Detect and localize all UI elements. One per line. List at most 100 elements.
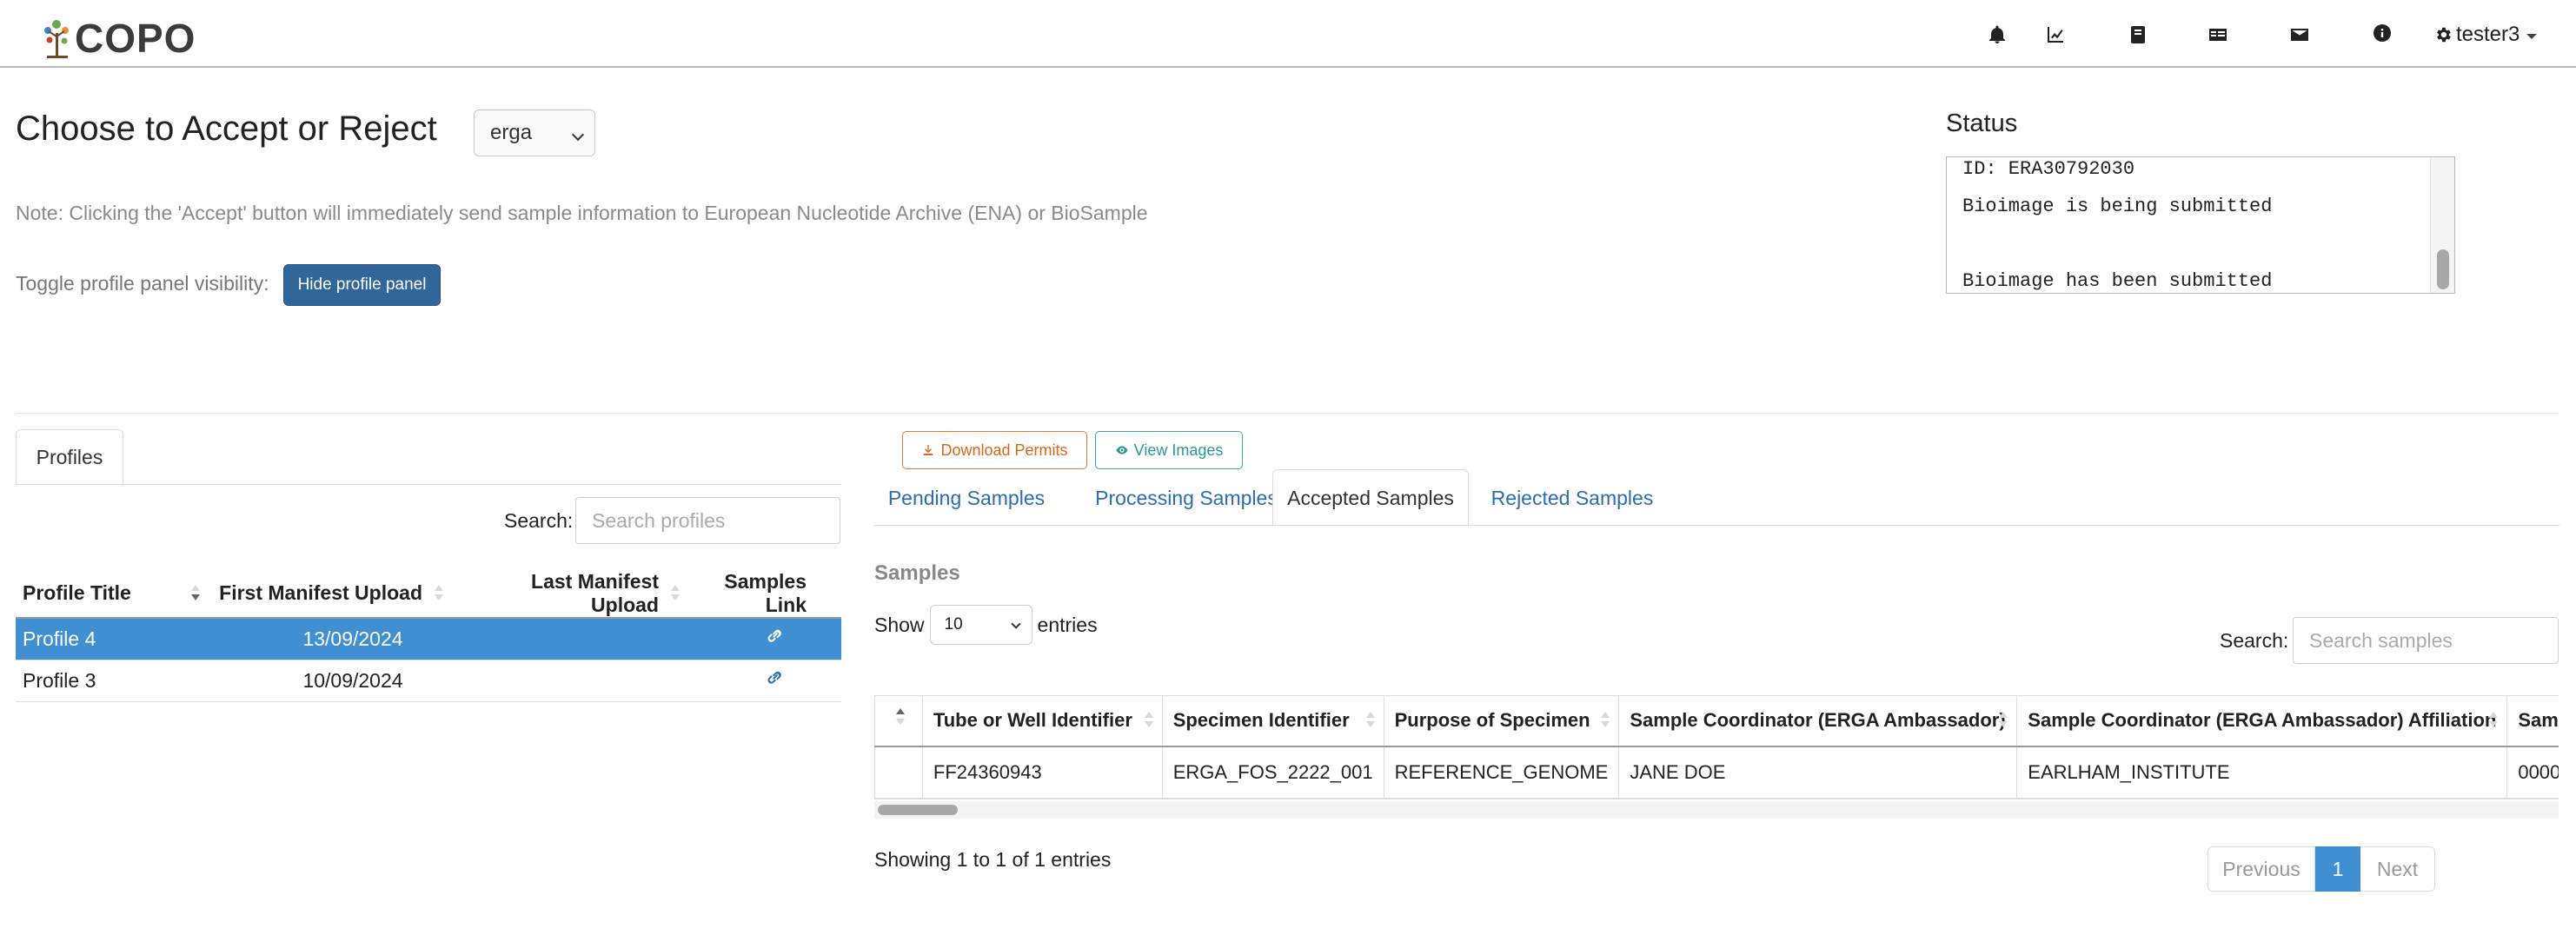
profiles-tab-border — [16, 484, 841, 485]
col-coordinator-affiliation[interactable]: Sample Coordinator (ERGA Ambassador) Aff… — [2016, 695, 2508, 747]
purpose-cell: REFERENCE_GENOME — [1383, 746, 1620, 799]
page-size-select[interactable]: 10 — [929, 605, 1032, 645]
samples-title: Samples — [874, 561, 960, 585]
group-select-value: erga — [490, 121, 533, 144]
sort-icon — [1999, 712, 2008, 731]
ena-note: Note: Clicking the 'Accept' button will … — [16, 202, 1148, 224]
tree-logo-icon — [44, 20, 69, 58]
last-upload-cell — [452, 660, 688, 702]
chevron-down-icon — [2526, 34, 2538, 39]
status-line: Bioimage has been submitted — [1962, 270, 2273, 292]
col-specimen-id[interactable]: Specimen Identifier — [1161, 695, 1384, 747]
status-line: ID: ERA30792030 — [1962, 158, 2135, 180]
book-icon[interactable] — [2121, 17, 2155, 52]
last-upload-cell — [452, 618, 688, 660]
status-line: Bioimage is being submitted — [1962, 196, 2273, 217]
status-title: Status — [1946, 109, 2018, 137]
sort-icon — [896, 719, 905, 725]
sort-icon — [435, 585, 443, 604]
toggle-profile-label: Toggle profile panel visibility: — [16, 272, 269, 295]
table-row[interactable]: Profile 3 10/09/2024 — [16, 660, 841, 702]
view-images-button[interactable]: View Images — [1095, 431, 1243, 469]
envelope-icon[interactable] — [2282, 17, 2317, 52]
sort-icon — [1144, 712, 1153, 731]
samples-table-container[interactable]: Tube or Well Identifier Specimen Identif… — [874, 695, 2559, 799]
samples-link-cell — [688, 618, 841, 660]
chart-line-icon[interactable] — [2038, 17, 2073, 52]
tab-pending-samples[interactable]: Pending Samples — [873, 469, 1059, 527]
navbar: COPO tester3 — [0, 0, 2576, 68]
link-icon[interactable] — [764, 667, 785, 688]
next-page-button[interactable]: Next — [2360, 846, 2435, 892]
eye-icon — [1115, 446, 1128, 454]
status-scroll-thumb[interactable] — [2437, 249, 2449, 289]
user-name: tester3 — [2456, 23, 2520, 46]
copo-logo[interactable]: COPO — [40, 16, 196, 61]
sort-icon — [1601, 712, 1610, 731]
sample-tabs-border — [873, 525, 2559, 526]
first-upload-cell: 10/09/2024 — [209, 660, 452, 702]
pagination: Previous 1 Next — [2208, 846, 2435, 892]
table-row[interactable]: Profile 4 13/09/2024 — [16, 618, 841, 660]
user-menu[interactable]: tester3 — [2433, 19, 2538, 50]
id-card-icon[interactable] — [2201, 17, 2235, 52]
col-tube-well-id[interactable]: Tube or Well Identifier — [921, 695, 1163, 747]
samples-search-label: Search: — [2220, 629, 2289, 652]
samples-horizontal-scrollbar[interactable] — [874, 801, 2559, 819]
col-samples-link: Samples Link — [688, 569, 841, 619]
sort-icon — [671, 585, 680, 604]
chevron-down-icon — [571, 128, 585, 142]
info-circle-icon[interactable] — [2365, 16, 2400, 50]
samples-search-input[interactable]: Search samples — [2293, 617, 2559, 664]
col-select[interactable] — [874, 695, 923, 747]
page-1-button[interactable]: 1 — [2315, 846, 2360, 892]
bell-icon[interactable] — [1980, 17, 2015, 52]
affiliation-cell: EARLHAM_INSTITUTE — [2016, 746, 2508, 799]
tab-profiles[interactable]: Profiles — [16, 429, 123, 485]
tab-processing-samples[interactable]: Processing Samples — [1080, 469, 1292, 527]
sort-desc-icon — [191, 585, 200, 604]
horizontal-scroll-thumb[interactable] — [878, 805, 958, 815]
profiles-search-label: Search: — [504, 509, 574, 532]
tube-well-cell: FF24360943 — [921, 746, 1163, 799]
specimen-id-cell: ERGA_FOS_2222_001 — [1161, 746, 1384, 799]
profiles-search-input[interactable]: Search profiles — [575, 497, 840, 544]
sort-icon — [2489, 712, 2499, 731]
tab-rejected-samples[interactable]: Rejected Samples — [1479, 469, 1665, 527]
hide-profile-panel-button[interactable]: Hide profile panel — [283, 264, 441, 306]
samples-table: Tube or Well Identifier Specimen Identif… — [874, 695, 2559, 799]
previous-page-button[interactable]: Previous — [2208, 846, 2315, 892]
tab-accepted-samples[interactable]: Accepted Samples — [1272, 469, 1469, 527]
show-entries: Show 10 entries — [874, 605, 1098, 645]
select-cell[interactable] — [874, 746, 923, 799]
download-permits-button[interactable]: Download Permits — [902, 431, 1087, 469]
chevron-down-icon — [1010, 619, 1021, 629]
first-upload-cell: 13/09/2024 — [209, 618, 452, 660]
logo-text: COPO — [75, 16, 196, 61]
group-select[interactable]: erga — [474, 109, 595, 156]
col-last-manifest[interactable]: Last Manifest Upload — [452, 569, 688, 619]
page-title: Choose to Accept or Reject — [16, 109, 437, 148]
status-scrollbar[interactable] — [2430, 157, 2454, 293]
section-divider — [16, 413, 2559, 414]
gear-icon — [2437, 27, 2451, 43]
col-sample-coordinator[interactable]: Sample Coordinator (ERGA Ambassador) — [1618, 695, 2018, 747]
sort-icon — [1365, 712, 1375, 731]
profile-title-cell: Profile 4 — [16, 618, 209, 660]
download-icon — [924, 445, 933, 455]
profiles-table: Profile Title First Manifest Upload Last… — [16, 569, 841, 702]
col-first-manifest[interactable]: First Manifest Upload — [209, 569, 452, 619]
extra-cell: 0000- — [2506, 746, 2559, 799]
col-sample-more[interactable]: Sampl — [2506, 695, 2559, 747]
profile-title-cell: Profile 3 — [16, 660, 209, 702]
table-info: Showing 1 to 1 of 1 entries — [874, 848, 1112, 871]
col-purpose[interactable]: Purpose of Specimen — [1383, 695, 1620, 747]
link-icon[interactable] — [764, 626, 785, 647]
status-line — [1962, 225, 2272, 262]
status-log[interactable]: ID: ERA30792030 Bioimage is being submit… — [1946, 156, 2455, 294]
table-row[interactable]: FF24360943 ERGA_FOS_2222_001 REFERENCE_G… — [874, 746, 2559, 799]
col-profile-title[interactable]: Profile Title — [16, 569, 209, 619]
samples-link-cell — [688, 660, 841, 702]
coordinator-cell: JANE DOE — [1618, 746, 2018, 799]
sort-asc-icon — [896, 708, 905, 714]
